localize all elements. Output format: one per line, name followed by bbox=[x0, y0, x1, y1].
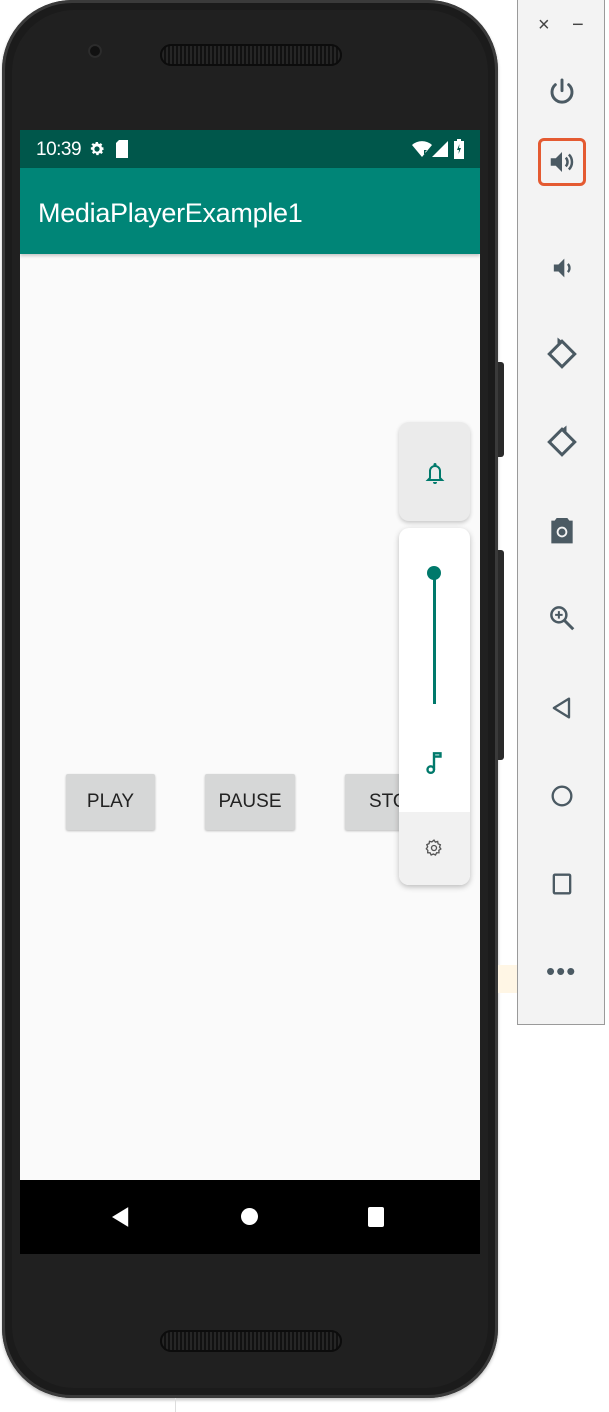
play-button[interactable]: PLAY bbox=[66, 774, 155, 830]
settings-notification-icon bbox=[90, 141, 105, 156]
zoom-button[interactable] bbox=[538, 594, 586, 642]
home-nav-icon[interactable] bbox=[241, 1208, 258, 1225]
media-volume-slider-thumb[interactable] bbox=[427, 566, 441, 580]
emulator-back-button[interactable] bbox=[538, 684, 586, 732]
volume-side-button[interactable] bbox=[498, 550, 504, 760]
rotate-right-icon bbox=[547, 425, 577, 457]
power-button[interactable] bbox=[538, 68, 586, 116]
overview-icon bbox=[552, 873, 572, 895]
rotate-right-button[interactable] bbox=[538, 418, 586, 466]
minimize-window-button[interactable]: − bbox=[572, 14, 584, 37]
bottom-speaker bbox=[160, 1330, 342, 1352]
app-bar: MediaPlayerExample1 bbox=[20, 168, 480, 254]
more-options-button[interactable]: ••• bbox=[546, 956, 576, 987]
volume-up-icon bbox=[550, 152, 574, 172]
bell-icon bbox=[425, 463, 445, 484]
screenshot-button[interactable] bbox=[538, 506, 586, 554]
volume-up-button[interactable] bbox=[538, 138, 586, 186]
camera-icon bbox=[551, 518, 573, 544]
volume-settings-area[interactable] bbox=[399, 812, 470, 885]
emulator-toolbar: × − ••• bbox=[517, 0, 605, 1025]
gear-icon[interactable] bbox=[424, 838, 444, 858]
power-icon bbox=[550, 78, 574, 104]
pause-button[interactable]: PAUSE bbox=[205, 774, 295, 830]
volume-down-icon bbox=[553, 258, 571, 278]
recents-nav-icon[interactable] bbox=[368, 1207, 384, 1227]
cell-signal-icon bbox=[432, 141, 448, 157]
rotate-left-icon bbox=[547, 337, 577, 369]
power-side-button[interactable] bbox=[498, 362, 504, 457]
divider-line bbox=[175, 1398, 176, 1412]
ringer-mode-toggle[interactable] bbox=[399, 422, 470, 521]
rotate-left-button[interactable] bbox=[538, 330, 586, 378]
zoom-icon bbox=[550, 606, 575, 631]
media-volume-slider-track[interactable] bbox=[433, 576, 436, 704]
back-nav-icon[interactable] bbox=[112, 1205, 130, 1229]
wifi-icon bbox=[412, 141, 432, 157]
status-time: 10:39 bbox=[36, 139, 82, 160]
close-window-button[interactable]: × bbox=[538, 14, 550, 37]
battery-icon bbox=[454, 139, 464, 159]
back-icon bbox=[552, 697, 571, 719]
navigation-bar bbox=[20, 1180, 480, 1254]
sd-card-icon bbox=[116, 140, 128, 158]
music-note-icon bbox=[426, 752, 442, 775]
front-camera bbox=[88, 44, 102, 58]
earpiece-speaker bbox=[160, 44, 342, 66]
emulator-home-button[interactable] bbox=[538, 772, 586, 820]
volume-down-button[interactable] bbox=[538, 244, 586, 292]
media-volume-panel bbox=[399, 528, 470, 885]
background-hint bbox=[498, 965, 517, 993]
home-icon bbox=[551, 785, 573, 807]
device-screen: 10:39 MediaPlayerExample1 PLAY PAUSE STO bbox=[20, 130, 480, 1254]
app-title: MediaPlayerExample1 bbox=[38, 198, 303, 228]
emulator-overview-button[interactable] bbox=[538, 860, 586, 908]
status-bar: 10:39 bbox=[20, 130, 480, 168]
